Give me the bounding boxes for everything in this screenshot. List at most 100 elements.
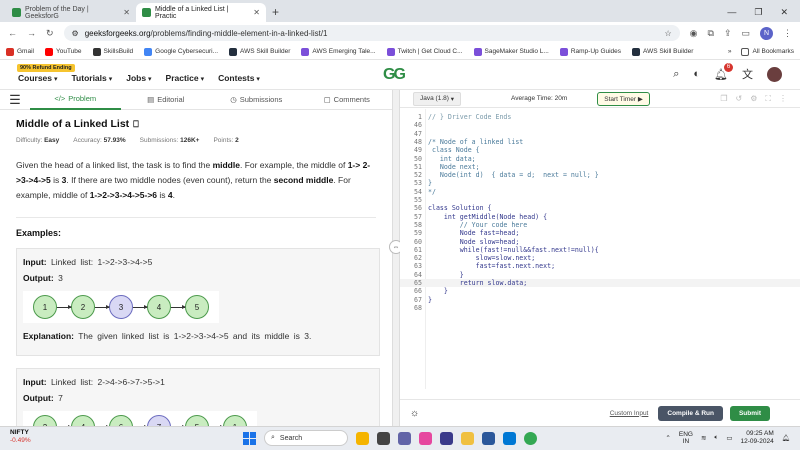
compile-run-button[interactable]: Compile & Run xyxy=(658,405,723,421)
system-tray: ⌃ ENG IN ≋ 🔈︎ ▭ 09:25 AM 12-09-2024 🔔︎ xyxy=(665,430,790,446)
minimize-icon[interactable]: — xyxy=(727,7,736,18)
code-area[interactable]: 1 // } Driver Code Ends 46 47 48 /* Node of a… xyxy=(400,109,800,389)
tab-problem[interactable]: </> Problem xyxy=(30,90,121,110)
code-text: while(fast!=null&&fast.next!=null){ xyxy=(428,245,599,254)
nav-practice[interactable]: Practice xyxy=(166,73,205,83)
bookmark-item[interactable]: Ramp-Up Guides xyxy=(559,47,621,56)
arrow-icon xyxy=(133,304,148,309)
battery-icon[interactable]: ▭ xyxy=(726,434,732,442)
bookmark-star-icon[interactable]: ☆ xyxy=(664,29,671,38)
windows-start-icon[interactable] xyxy=(243,431,256,445)
reset-icon[interactable]: ↺ xyxy=(736,94,743,104)
code-text: } xyxy=(428,179,432,188)
back-icon[interactable]: ← xyxy=(8,28,17,38)
language-indicator[interactable]: ENG IN xyxy=(679,431,693,445)
tab-title: Middle of a Linked List | Practic xyxy=(155,5,229,20)
file-explorer-icon[interactable] xyxy=(461,431,474,445)
bookmark-item[interactable]: Twitch | Get Cloud C... xyxy=(386,47,463,56)
start-timer-button[interactable]: Start Timer ▶ xyxy=(597,91,650,106)
more-bookmarks-icon[interactable]: » xyxy=(728,48,732,56)
menu-icon[interactable]: ⋮ xyxy=(783,28,792,39)
list-node: 1 xyxy=(223,415,247,426)
tab-submissions[interactable]: ◷ Submissions xyxy=(211,90,302,110)
line-number: 52 xyxy=(414,171,422,180)
nav-courses[interactable]: Courses xyxy=(18,73,57,83)
reload-icon[interactable]: ↻ xyxy=(46,28,54,39)
code-line: 50 int data; xyxy=(400,155,800,163)
search-icon[interactable]: ⌕ xyxy=(673,68,679,81)
user-avatar[interactable] xyxy=(767,66,782,82)
close-icon[interactable]: ✕ xyxy=(123,8,130,17)
copilot-icon[interactable] xyxy=(419,431,432,445)
bookmark-item[interactable]: AWS Skill Builder xyxy=(229,47,290,56)
bookmark-item[interactable]: AWS Skill Builder xyxy=(632,47,693,56)
outlook-icon[interactable] xyxy=(482,431,495,445)
all-bookmarks[interactable]: All Bookmarks xyxy=(741,47,794,56)
gfg-logo[interactable]: GG xyxy=(383,66,406,84)
notification-bell-icon[interactable]: 🔔︎ 6 xyxy=(714,62,733,81)
url-bar[interactable]: ⚙ geeksforgeeks.org/problems/finding-mid… xyxy=(63,25,680,41)
copy-icon[interactable]: ❐ xyxy=(720,94,727,104)
bookmark-icon[interactable]: ⎕ xyxy=(133,119,138,130)
code-line: 53} xyxy=(400,179,800,187)
hamburger-menu-icon[interactable]: ☰ xyxy=(0,92,30,108)
tab-editorial[interactable]: ▤ Editorial xyxy=(121,90,212,110)
dark-mode-icon[interactable]: ◐ xyxy=(693,68,700,80)
bookmark-item[interactable]: YouTube xyxy=(44,47,82,56)
bookmark-item[interactable]: SkillsBuild xyxy=(92,47,133,56)
line-number: 49 xyxy=(414,146,422,155)
language-select[interactable]: Java (1.8) ▾ xyxy=(413,91,461,106)
sidebar-icon[interactable]: ▭ xyxy=(741,28,750,39)
example-input: Input: Linked list: 2->4->6->7->5->1 xyxy=(23,377,165,387)
more-icon[interactable]: ⋮ xyxy=(779,94,787,104)
close-icon[interactable]: ✕ xyxy=(253,8,260,17)
extension-icon[interactable]: ⧉ xyxy=(708,28,714,39)
share-icon[interactable]: ⇪ xyxy=(724,28,732,39)
chevron-up-icon[interactable]: ⌃ xyxy=(665,434,670,442)
bookmark-item[interactable]: Gmail xyxy=(6,47,34,56)
notification-icon[interactable]: 🔔︎ xyxy=(782,434,790,442)
maximize-icon[interactable]: ❐ xyxy=(754,7,762,18)
clock-icon: ◷ xyxy=(230,95,237,104)
line-number: 66 xyxy=(414,287,422,296)
taskbar-search[interactable]: ⌕ Search xyxy=(264,430,348,446)
line-number: 65 xyxy=(414,279,422,287)
task-view-icon[interactable] xyxy=(377,431,390,445)
play-icon: ▶ xyxy=(637,95,643,103)
theme-toggle-icon[interactable]: ☼ xyxy=(410,408,419,419)
camera-icon[interactable]: ◉ xyxy=(690,28,698,39)
stock-ticker[interactable]: NIFTY -0.49% xyxy=(10,429,31,445)
volume-icon[interactable]: 🔈︎ xyxy=(714,434,718,442)
line-number: 62 xyxy=(414,254,422,263)
code-line: 60 Node slow=head; xyxy=(400,238,800,246)
wifi-icon[interactable]: ≋ xyxy=(701,434,706,442)
forward-icon[interactable]: → xyxy=(27,28,36,38)
clock[interactable]: 09:25 AM 12-09-2024 xyxy=(740,430,773,446)
translate-icon[interactable]: 文 xyxy=(742,66,753,82)
submit-button[interactable]: Submit xyxy=(729,405,770,421)
bookmark-item[interactable]: Google Cybersecuri... xyxy=(144,47,218,56)
chrome-icon[interactable] xyxy=(524,431,537,445)
profile-avatar[interactable]: N xyxy=(760,26,773,40)
fullscreen-icon[interactable]: ⛶ xyxy=(765,94,771,104)
nav-contests[interactable]: Contests xyxy=(218,73,260,83)
browser-tab[interactable]: Problem of the Day | GeeksforG ✕ xyxy=(6,3,136,22)
nav-tutorials[interactable]: Tutorials xyxy=(71,73,112,83)
tab-comments[interactable]: ▢ Comments xyxy=(302,90,393,110)
pane-splitter[interactable]: ⇔ xyxy=(389,90,403,426)
nav-jobs[interactable]: Jobs xyxy=(126,73,151,83)
browser-tab-active[interactable]: Middle of a Linked List | Practic ✕ xyxy=(136,3,266,22)
widgets-icon[interactable] xyxy=(356,431,369,445)
bookmark-item[interactable]: SageMaker Studio L... xyxy=(473,47,549,56)
code-text: class Solution { xyxy=(428,204,492,213)
custom-input-link[interactable]: Custom Input xyxy=(610,410,649,417)
line-number: 46 xyxy=(414,121,422,130)
site-info-icon[interactable]: ⚙ xyxy=(72,29,79,38)
app-icon[interactable] xyxy=(440,431,453,445)
settings-icon[interactable]: ⚙ xyxy=(750,94,757,104)
new-tab-icon[interactable]: + xyxy=(272,5,279,19)
teams-icon[interactable] xyxy=(398,431,411,445)
bookmark-item[interactable]: AWS Emerging Tale... xyxy=(301,47,376,56)
close-window-icon[interactable]: ✕ xyxy=(780,7,788,18)
vscode-icon[interactable] xyxy=(503,431,516,445)
